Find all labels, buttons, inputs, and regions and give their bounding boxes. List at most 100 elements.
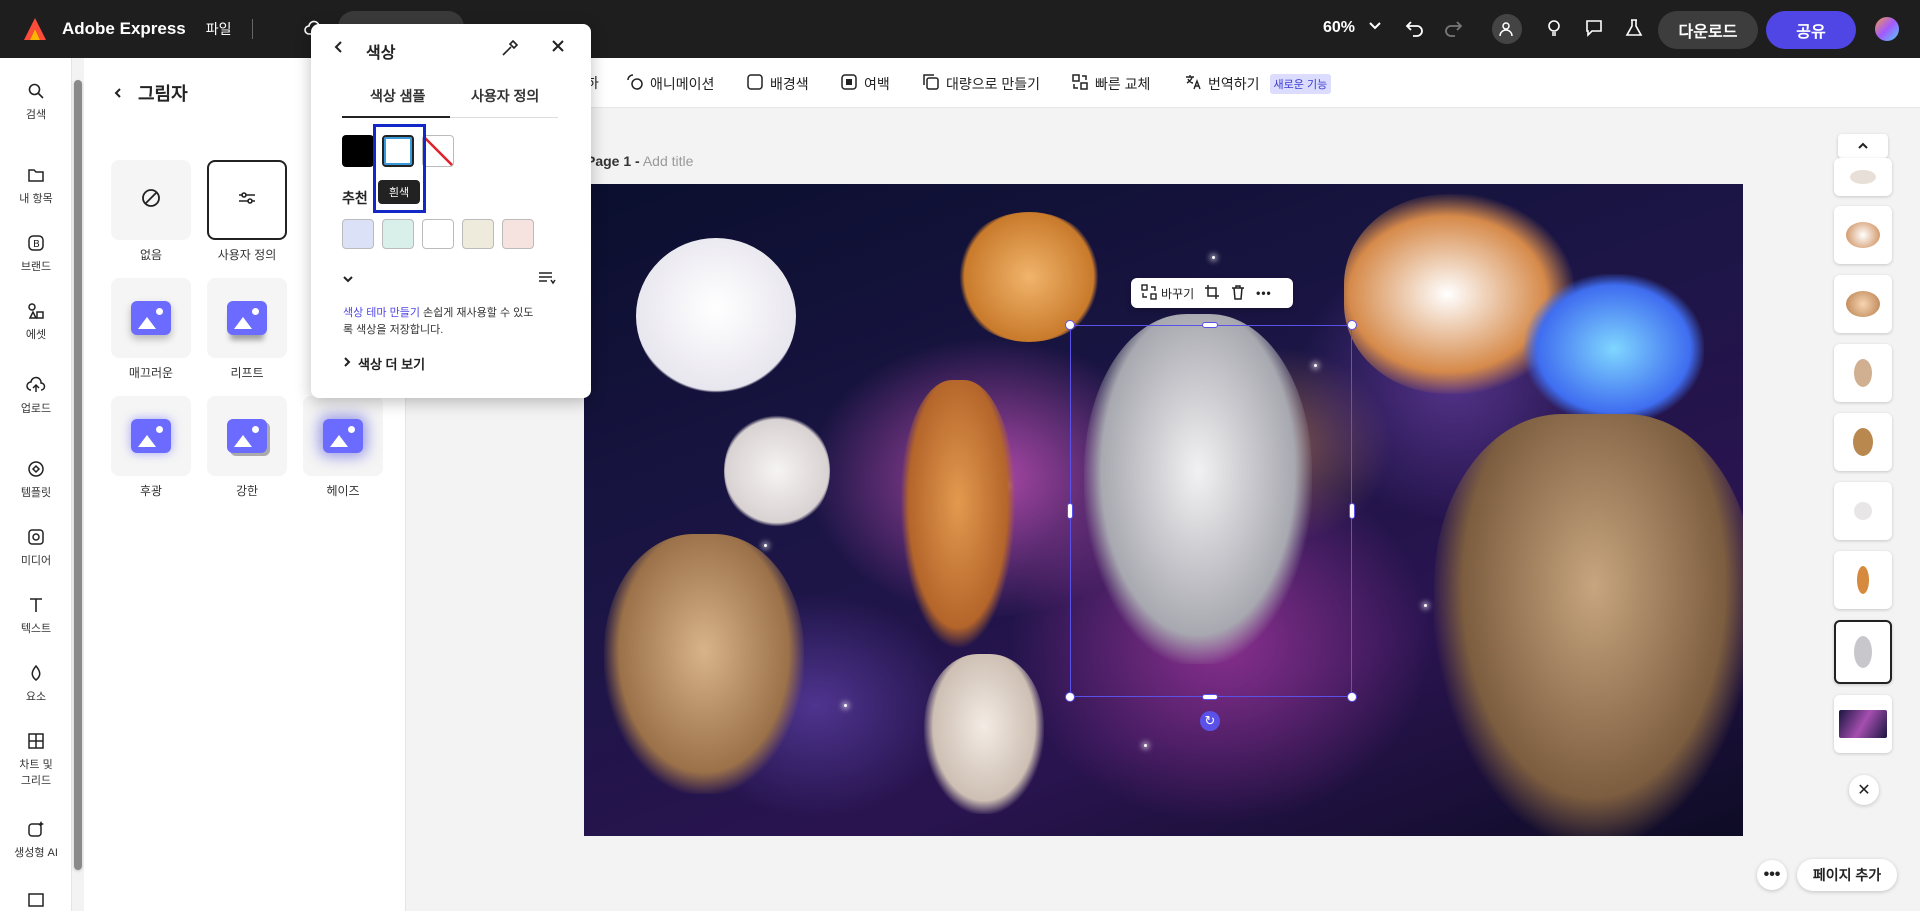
recommended-swatch[interactable] <box>502 219 534 249</box>
rail-item-my-stuff[interactable]: 내 항목 <box>0 164 72 206</box>
layer-thumbnail-background[interactable] <box>1834 695 1892 753</box>
chevron-down-icon[interactable] <box>1368 18 1382 37</box>
page-title[interactable]: Page 1 - Add title <box>586 153 693 169</box>
swatch-black[interactable] <box>342 135 374 167</box>
rail-item-brand[interactable]: B 브랜드 <box>0 232 72 274</box>
hamster-image[interactable] <box>954 212 1104 342</box>
page-title-placeholder[interactable]: Add title <box>643 153 694 169</box>
rail-item-assets[interactable]: 에셋 <box>0 300 72 342</box>
file-menu[interactable]: 파일 <box>206 19 232 39</box>
resize-handle-br[interactable] <box>1347 692 1357 702</box>
close-icon[interactable] <box>550 38 566 59</box>
background-swatch-icon <box>746 73 764 94</box>
rail-label: 브랜드 <box>20 261 52 273</box>
create-theme-link[interactable]: 색상 테마 만들기 <box>343 307 420 319</box>
shadow-option-lift[interactable] <box>207 278 287 358</box>
shadow-option-halo[interactable] <box>111 396 191 476</box>
recommended-swatch[interactable] <box>342 219 374 249</box>
thumbnails-scroll-up-button[interactable] <box>1838 134 1888 158</box>
layer-thumbnail[interactable] <box>1834 551 1892 609</box>
comment-icon[interactable] <box>1582 16 1606 40</box>
rail-scrollbar[interactable] <box>74 68 82 876</box>
scottish-fold-kitten-image[interactable] <box>604 534 804 794</box>
scrollbar-thumb[interactable] <box>74 80 82 870</box>
invite-user-icon[interactable] <box>1492 14 1522 44</box>
rail-label: 업로드 <box>20 403 52 415</box>
quick-replace-button[interactable]: 빠른 교체 <box>1071 73 1150 94</box>
crop-icon[interactable] <box>1204 284 1220 303</box>
tab-swatches[interactable]: 색상 샘플 <box>370 86 425 106</box>
tab-custom[interactable]: 사용자 정의 <box>471 86 539 106</box>
resize-handle-bl[interactable] <box>1065 692 1075 702</box>
white-hamster-image[interactable] <box>724 412 830 530</box>
recommended-swatch[interactable] <box>422 219 454 249</box>
sort-list-icon[interactable] <box>538 270 556 291</box>
close-layers-button[interactable]: ✕ <box>1849 775 1879 805</box>
more-pages-button[interactable]: ••• <box>1757 860 1787 890</box>
layer-thumbnail[interactable] <box>1834 158 1892 196</box>
recommended-swatch[interactable] <box>382 219 414 249</box>
redo-icon[interactable] <box>1442 16 1466 40</box>
resize-handle-top[interactable] <box>1202 322 1218 328</box>
blue-guinea-pig-image[interactable] <box>1524 274 1704 424</box>
undo-icon[interactable] <box>1402 16 1426 40</box>
more-options-icon[interactable]: ••• <box>1256 286 1272 300</box>
pomeranian-image[interactable] <box>636 238 796 394</box>
layer-thumbnail-selected[interactable] <box>1834 620 1892 684</box>
replace-button[interactable]: 바꾸기 <box>1161 285 1194 302</box>
resize-handle-bottom[interactable] <box>1202 694 1218 700</box>
layer-thumbnail[interactable] <box>1834 413 1892 471</box>
image-icon <box>131 419 171 453</box>
resize-handle-tr[interactable] <box>1347 320 1357 330</box>
layer-thumbnail[interactable] <box>1834 206 1892 264</box>
rail-item-upload[interactable]: 업로드 <box>0 374 72 416</box>
adobe-express-logo-icon[interactable] <box>22 16 48 42</box>
flask-icon[interactable] <box>1622 16 1646 40</box>
rail-item-elements[interactable]: 요소 <box>0 662 72 704</box>
shadow-option-custom[interactable] <box>207 160 287 240</box>
shadow-option-strong[interactable] <box>207 396 287 476</box>
back-chevron-icon[interactable] <box>333 40 345 59</box>
layer-thumbnail[interactable] <box>1834 482 1892 540</box>
avatar[interactable] <box>1875 17 1899 41</box>
resize-handle-left[interactable] <box>1067 503 1073 519</box>
more-colors-button[interactable]: 색상 더 보기 <box>342 354 425 373</box>
lightbulb-icon[interactable] <box>1542 16 1566 40</box>
add-page-button[interactable]: 페이지 추가 <box>1797 859 1897 891</box>
recommended-swatch[interactable] <box>462 219 494 249</box>
rail-item-generative-ai[interactable]: 생성형 AI <box>0 818 72 860</box>
zoom-level[interactable]: 60% <box>1323 19 1355 37</box>
replace-icon[interactable] <box>1141 283 1157 303</box>
rotate-handle-icon[interactable]: ↻ <box>1200 711 1220 731</box>
animation-button[interactable]: 애니메이션 <box>626 73 714 94</box>
hamster-standing-image[interactable] <box>924 654 1044 814</box>
rail-item-text[interactable]: 텍스트 <box>0 594 72 636</box>
download-button[interactable]: 다운로드 <box>1658 11 1758 49</box>
resize-handle-tl[interactable] <box>1065 320 1075 330</box>
rail-item-media[interactable]: 미디어 <box>0 526 72 568</box>
share-button[interactable]: 공유 <box>1766 11 1856 49</box>
layer-thumbnail[interactable] <box>1834 344 1892 402</box>
rail-item-charts[interactable]: 차트 및 그리드 <box>0 730 72 788</box>
tile-label: 사용자 정의 <box>217 248 277 262</box>
resize-handle-right[interactable] <box>1349 503 1355 519</box>
trash-icon[interactable] <box>1230 284 1246 303</box>
layer-thumbnail[interactable] <box>1834 275 1892 333</box>
margin-button[interactable]: 여백 <box>840 73 890 94</box>
bulk-create-button[interactable]: 대량으로 만들기 <box>922 73 1040 94</box>
back-chevron-icon[interactable] <box>112 83 124 104</box>
rail-item-more[interactable] <box>0 888 72 911</box>
shadow-option-none[interactable] <box>111 160 191 240</box>
background-color-button[interactable]: 배경색 <box>746 73 809 94</box>
selection-box[interactable] <box>1070 325 1352 697</box>
shadow-option-haze[interactable] <box>303 396 383 476</box>
shadow-option-smooth[interactable] <box>111 278 191 358</box>
translate-button[interactable]: 번역하기 새로운 기능 <box>1184 73 1332 94</box>
expand-chevron-icon[interactable] <box>342 272 354 290</box>
eyedropper-icon[interactable] <box>500 38 520 63</box>
rail-item-templates[interactable]: 템플릿 <box>0 458 72 500</box>
tabby-cat-image[interactable] <box>1434 414 1743 836</box>
rail-item-search[interactable]: 검색 <box>0 80 72 122</box>
orange-cat-image[interactable] <box>900 380 1016 650</box>
swatch-none[interactable] <box>422 135 454 167</box>
